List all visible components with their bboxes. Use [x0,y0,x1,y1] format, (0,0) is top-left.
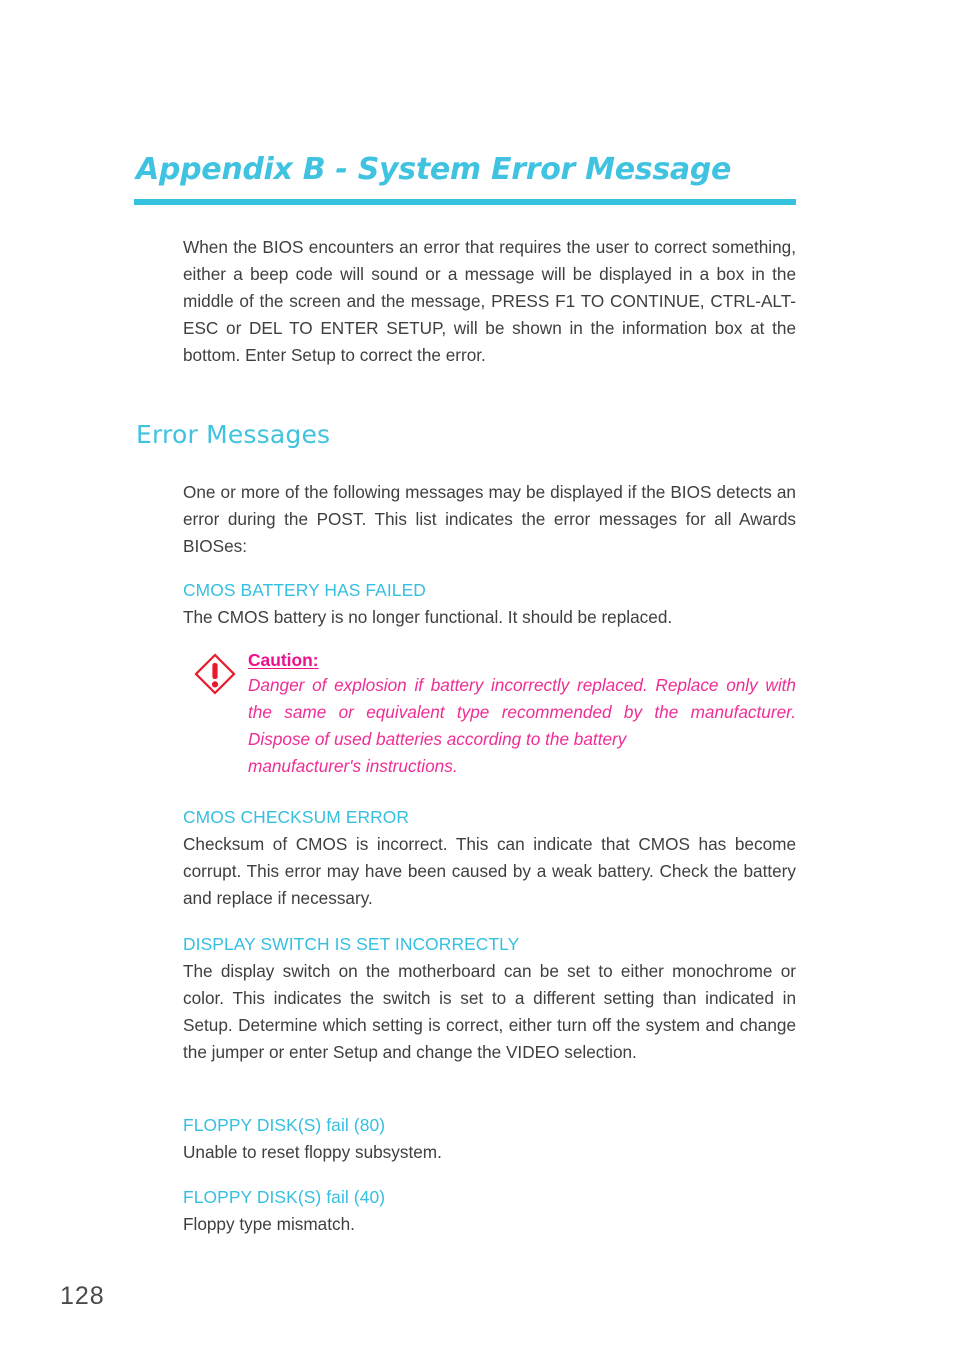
error-heading: DISPLAY SWITCH IS SET INCORRECTLY [183,934,520,954]
warning-diamond-icon [193,652,237,696]
section-intro-paragraph: One or more of the following messages ma… [183,482,796,556]
error-body: The display switch on the motherboard ca… [183,961,796,1062]
error-heading: CMOS CHECKSUM ERROR [183,807,410,827]
page-title: Appendix B - System Error Message [136,152,732,187]
caution-body: Danger of explosion if battery incorrect… [248,672,796,780]
caution-callout: Caution: Danger of explosion if battery … [183,648,796,780]
caution-label: Caution: [248,650,319,670]
error-entry-cmos-battery: CMOS BATTERY HAS FAILED The CMOS battery… [183,578,796,631]
error-heading: FLOPPY DISK(S) fail (80) [183,1115,386,1135]
intro-paragraph: When the BIOS encounters an error that r… [183,237,796,365]
error-entry-floppy-80: FLOPPY DISK(S) fail (80) Unable to reset… [183,1113,796,1166]
error-entry-display-switch: DISPLAY SWITCH IS SET INCORRECTLY The di… [183,932,796,1066]
document-page: Appendix B - System Error Message When t… [0,0,954,1351]
section-heading-error-messages: Error Messages [136,420,331,449]
error-entry-floppy-40: FLOPPY DISK(S) fail (40) Floppy type mis… [183,1185,796,1238]
error-body: Unable to reset floppy subsystem. [183,1142,442,1162]
error-body: Checksum of CMOS is incorrect. This can … [183,834,796,908]
intro-block: When the BIOS encounters an error that r… [183,234,796,369]
caution-text-block: Caution: Danger of explosion if battery … [248,648,796,780]
error-entry-cmos-checksum: CMOS CHECKSUM ERROR Checksum of CMOS is … [183,805,796,912]
section-intro-block: One or more of the following messages ma… [183,479,796,560]
error-heading: FLOPPY DISK(S) fail (40) [183,1187,386,1207]
page-number: 128 [60,1282,105,1310]
caution-body-main: Danger of explosion if battery incorrect… [248,675,796,749]
error-body: The CMOS battery is no longer functional… [183,607,673,627]
error-heading: CMOS BATTERY HAS FAILED [183,580,426,600]
error-body: Floppy type mismatch. [183,1214,355,1234]
title-divider [134,199,796,205]
caution-body-tail: manufacturer's instructions. [248,756,458,776]
